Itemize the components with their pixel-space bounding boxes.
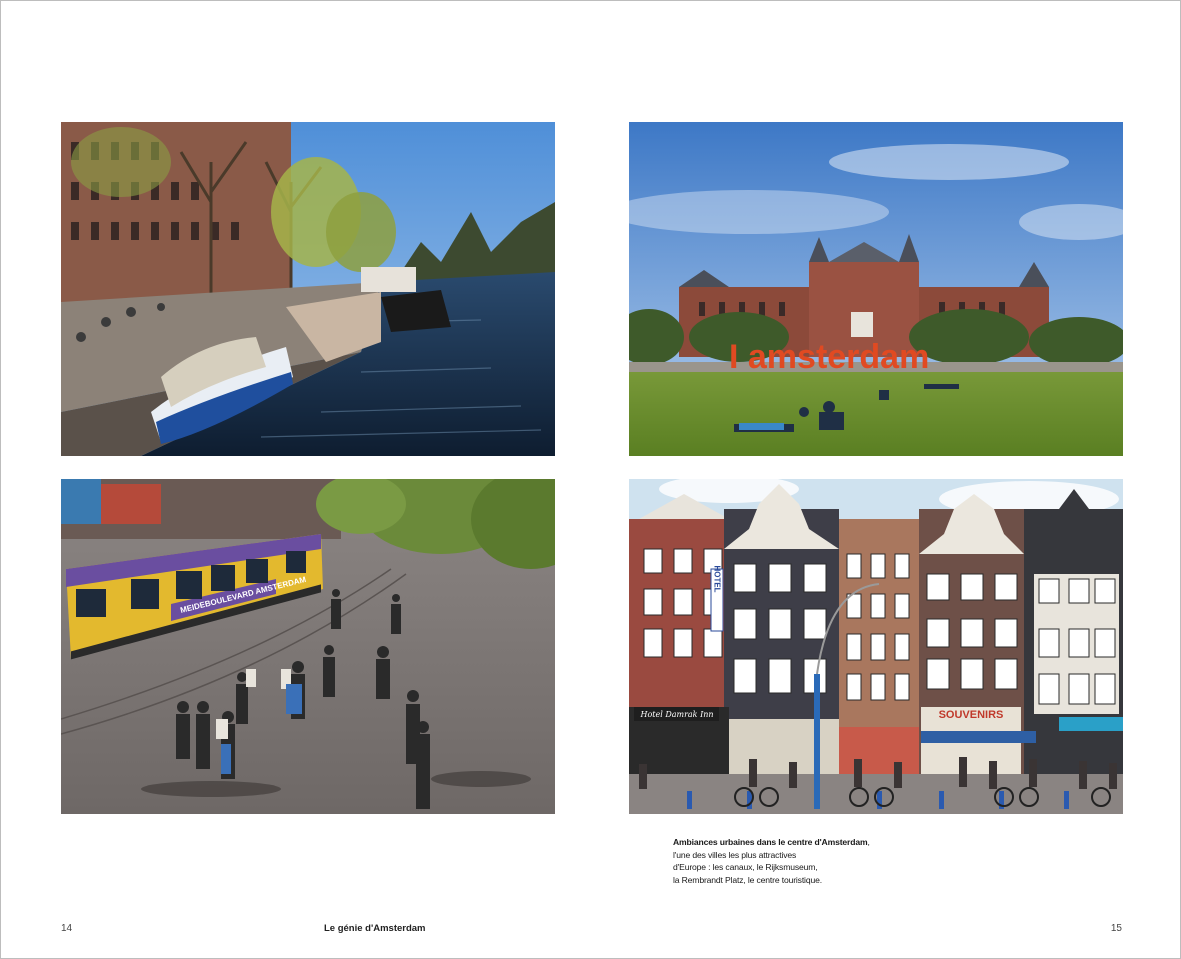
souvenirs-sign: SOUVENIRS xyxy=(939,709,1004,721)
i-amsterdam-sign: I amsterdam xyxy=(729,338,929,376)
page-number-right: 15 xyxy=(1110,923,1122,934)
photo-rijksmuseum-i-amsterdam: I amsterdam xyxy=(629,122,1123,456)
photo-canal-houseboats xyxy=(61,122,555,456)
page-number-left: 14 xyxy=(61,923,73,934)
caption-line-2: d'Europe : les canaux, le Rijksmuseum, xyxy=(673,862,818,873)
book-spread: I amsterdam MEIDEBOULEVARD AMSTERDAM HOT… xyxy=(0,0,1181,959)
hotel-vertical-sign: HOTEL xyxy=(713,565,722,592)
photo-caption: Ambiances urbaines dans le centre d'Amst… xyxy=(673,836,873,886)
photo-tram-square: MEIDEBOULEVARD AMSTERDAM xyxy=(61,479,555,814)
caption-line-3: la Rembrandt Platz, le centre touristiqu… xyxy=(673,874,822,885)
photo-canal-houses-damrak: HOTEL Hotel Damrak Inn SOUVENIRS xyxy=(629,479,1123,814)
hotel-damrak-sign: Hotel Damrak Inn xyxy=(639,710,713,719)
caption-lead: Ambiances urbaines dans le centre d'Amst… xyxy=(673,837,868,847)
running-title: Le génie d'Amsterdam xyxy=(324,923,426,934)
